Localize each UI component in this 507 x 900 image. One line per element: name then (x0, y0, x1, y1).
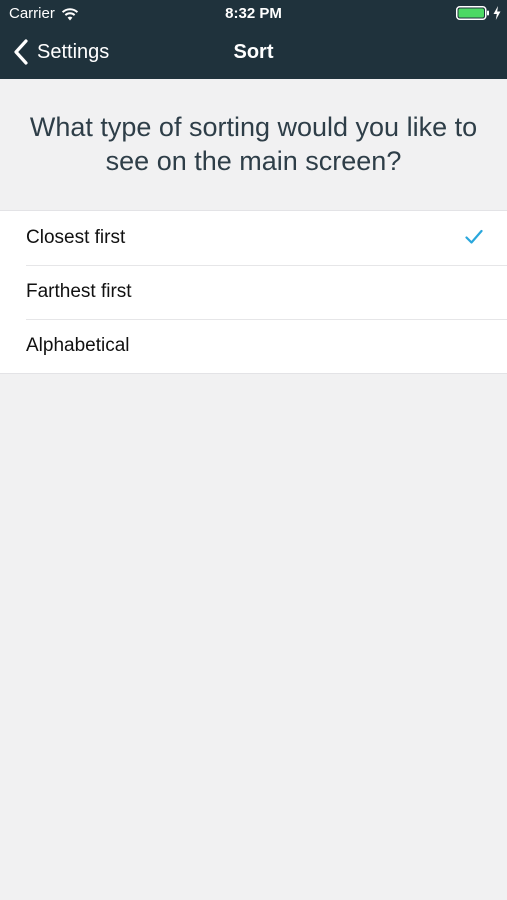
page-title: Sort (233, 41, 274, 63)
sort-option-farthest-first[interactable]: Farthest first (0, 265, 507, 319)
sort-option-alphabetical[interactable]: Alphabetical (0, 319, 507, 373)
status-time: 8:32 PM (225, 5, 282, 22)
status-bar: Carrier 8:32 PM (0, 0, 507, 28)
top-bar: Carrier 8:32 PM Settings Sort (0, 0, 507, 79)
sort-option-label: Farthest first (26, 281, 132, 302)
charging-bolt-icon (493, 6, 501, 20)
sort-option-closest-first[interactable]: Closest first (0, 211, 507, 265)
battery-icon (456, 6, 489, 20)
sort-option-label: Closest first (26, 227, 126, 248)
navigation-bar: Settings Sort (0, 28, 507, 79)
sorting-question: What type of sorting would you like to s… (29, 112, 478, 176)
battery-indicator (456, 5, 501, 21)
sort-option-label: Alphabetical (26, 335, 130, 356)
sort-options-list: Closest first Farthest first Alphabetica… (0, 210, 507, 374)
checkmark-icon (465, 229, 483, 244)
